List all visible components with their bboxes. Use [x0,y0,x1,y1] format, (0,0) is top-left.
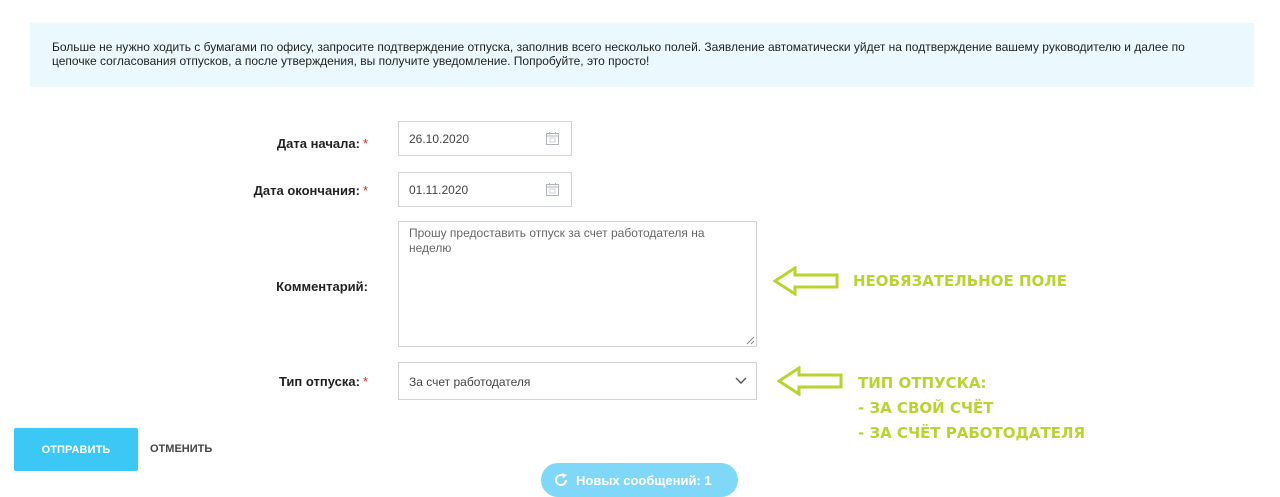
arrow-left-icon [773,266,839,296]
leave-type-label-text: Тип отпуска: [278,374,360,389]
required-mark: * [362,136,368,151]
end-date-label-text: Дата окончания: [253,183,360,198]
refresh-icon [555,473,568,486]
new-messages-badge[interactable]: Новых сообщений: 1 [541,463,738,497]
info-text: Больше не нужно ходить с бумагами по офи… [52,40,1185,68]
leave-type-annotation-title: ТИП ОТПУСКА: [858,374,987,392]
end-date-field[interactable]: 01.11.2020 [398,172,572,207]
comment-textarea[interactable]: Прошу предоставить отпуск за счет работо… [398,221,757,347]
required-mark: * [362,374,368,389]
leave-type-select[interactable]: За счет работодателя [398,362,757,400]
submit-button[interactable]: ОТПРАВИТЬ [14,428,138,471]
comment-label: Комментарий: [276,279,368,294]
start-date-field[interactable]: 26.10.2020 [398,121,572,156]
chevron-down-icon[interactable] [735,377,747,385]
comment-value: Прошу предоставить отпуск за счет работо… [409,226,705,255]
leave-type-annotation-option-2: - ЗА СЧЁТ РАБОТОДАТЕЛЯ [858,424,1085,442]
required-mark: * [362,183,368,198]
resize-handle-icon[interactable] [746,336,755,345]
start-date-value: 26.10.2020 [409,132,470,146]
leave-type-value: За счет работодателя [409,375,531,389]
arrow-left-icon [777,366,843,396]
start-date-label-text: Дата начала: [276,136,360,151]
new-messages-text: Новых сообщений: 1 [576,473,712,488]
leave-type-label: Тип отпуска: * [279,374,368,389]
end-date-label: Дата окончания: * [254,183,368,198]
start-date-label: Дата начала: * [277,136,368,151]
calendar-icon[interactable] [546,183,559,196]
cancel-button[interactable]: ОТМЕНИТЬ [150,443,212,455]
optional-field-annotation: НЕОБЯЗАТЕЛЬНОЕ ПОЛЕ [853,272,1067,290]
comment-label-text: Комментарий: [276,279,368,294]
leave-type-annotation-option-1: - ЗА СВОЙ СЧЁТ [858,399,994,417]
end-date-value: 01.11.2020 [409,183,469,197]
calendar-icon[interactable] [546,132,559,145]
info-banner: Больше не нужно ходить с бумагами по офи… [30,23,1254,87]
